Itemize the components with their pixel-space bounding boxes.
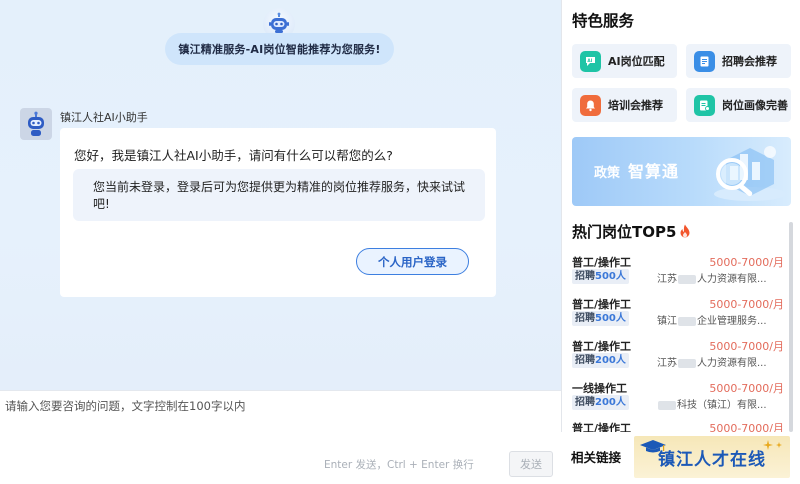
service-ai-job-match[interactable]: AI AI岗位匹配 [572,44,677,78]
service-training[interactable]: 培训会推荐 [572,88,677,122]
question-input[interactable] [0,391,561,449]
recruit-badge: 招聘200人 [572,395,629,410]
recruit-count: 200人 [595,355,626,366]
bell-icon [580,94,601,116]
services-title: 特色服务 [572,12,635,30]
service-job-profile[interactable]: 岗位画像完善 [686,88,791,122]
chat-area: 镇江精准服务-AI岗位智能推荐为您服务! 镇江人社AI小助手 您好，我是镇江人社… [0,0,561,390]
service-job-fair[interactable]: 招聘会推荐 [686,44,791,78]
company-suffix: 科技（镇江）有限... [677,400,767,411]
welcome-banner: 镇江精准服务-AI岗位智能推荐为您服务! [165,33,394,65]
company-name: 江苏 人力资源有限... [657,354,767,369]
job-salary: 5000-7000/月 [709,298,784,311]
job-salary: 5000-7000/月 [709,256,784,269]
recruit-count: 500人 [595,313,626,324]
job-item[interactable]: 普工/操作工 5000-7000/月 招聘200人 江苏 人力资源有限... [572,338,784,376]
redacted-block [678,358,696,368]
login-notice: 您当前未登录，登录后可为您提供更为精准的岗位推荐服务，快来试试吧! [73,169,485,221]
keyboard-hint: Enter 发送，Ctrl + Enter 换行 [324,459,474,471]
service-label: 岗位画像完善 [722,99,788,112]
service-label: 招聘会推荐 [722,55,777,68]
greeting-text: 您好，我是镇江人社AI小助手，请问有什么可以帮您的么? [74,148,393,163]
recruit-prefix: 招聘 [575,355,595,366]
hot-jobs-title: 热门岗位TOP5 [572,221,691,242]
job-item[interactable]: 一线操作工 5000-7000/月 招聘200人 科技（镇江）有限... [572,380,784,418]
service-label: 培训会推荐 [608,99,663,112]
company-suffix: 人力资源有限... [697,274,767,285]
recruit-badge: 招聘500人 [572,269,629,284]
bot-message-bubble: 您好，我是镇江人社AI小助手，请问有什么可以帮您的么? 您当前未登录，登录后可为… [60,128,496,297]
recruit-count: 200人 [595,397,626,408]
bot-avatar [20,108,52,140]
talent-online-link[interactable]: 镇江人才在线 [634,436,790,478]
redacted-block [678,316,696,326]
company-prefix: 镇江 [657,316,677,327]
robot-avatar-icon [28,111,44,136]
job-title: 一线操作工 [572,382,627,395]
company-name: 江苏 人力资源有限... [657,270,767,285]
recruit-badge: 招聘500人 [572,311,629,326]
related-links-label: 相关链接 [571,450,622,465]
job-title: 普工/操作工 [572,340,632,353]
company-name: 科技（镇江）有限... [657,396,767,411]
magnifier-illustration-icon [714,146,786,201]
redacted-block [658,400,676,410]
fire-icon [680,224,690,238]
company-prefix: 江苏 [657,358,677,369]
hot-jobs-title-text: 热门岗位TOP5 [572,223,677,241]
company-suffix: 企业管理服务... [697,316,767,327]
job-salary: 5000-7000/月 [709,382,784,395]
job-title: 普工/操作工 [572,256,632,269]
job-item[interactable]: 普工/操作工 5000-7000/月 招聘500人 江苏 人力资源有限... [572,254,784,292]
policy-label-small: 政策 [594,166,621,181]
recruit-prefix: 招聘 [575,313,595,324]
job-title: 普工/操作工 [572,298,632,311]
document-icon [694,50,715,72]
ai-match-icon: AI [580,50,601,72]
sidebar-scrollbar[interactable] [789,222,793,432]
recruit-prefix: 招聘 [575,397,595,408]
recruit-prefix: 招聘 [575,271,595,282]
redacted-block [678,274,696,284]
bot-name: 镇江人社AI小助手 [60,111,148,124]
personal-login-button[interactable]: 个人用户登录 [356,248,469,275]
profile-doc-icon [694,94,715,116]
recruit-count: 500人 [595,271,626,282]
policy-banner[interactable]: 政策 智算通 [572,137,791,206]
send-button[interactable]: 发送 [509,451,553,477]
svg-text:AI: AI [587,57,592,62]
recruit-badge: 招聘200人 [572,353,629,368]
related-links-bar: 相关链接 镇江人才在线 [561,432,800,484]
service-label: AI岗位匹配 [608,55,665,68]
company-name: 镇江 企业管理服务... [657,312,767,327]
sidebar: 特色服务 AI AI岗位匹配 招聘会推荐 培训会推荐 岗位画像完善 政策 智算通 [561,0,800,484]
input-area: Enter 发送，Ctrl + Enter 换行 发送 [0,390,561,484]
talent-online-text: 镇江人才在线 [658,449,766,470]
job-item[interactable]: 普工/操作工 5000-7000/月 招聘500人 镇江 企业管理服务... [572,296,784,334]
job-salary: 5000-7000/月 [709,340,784,353]
company-prefix: 江苏 [657,274,677,285]
policy-label-big: 智算通 [628,162,680,181]
company-suffix: 人力资源有限... [697,358,767,369]
